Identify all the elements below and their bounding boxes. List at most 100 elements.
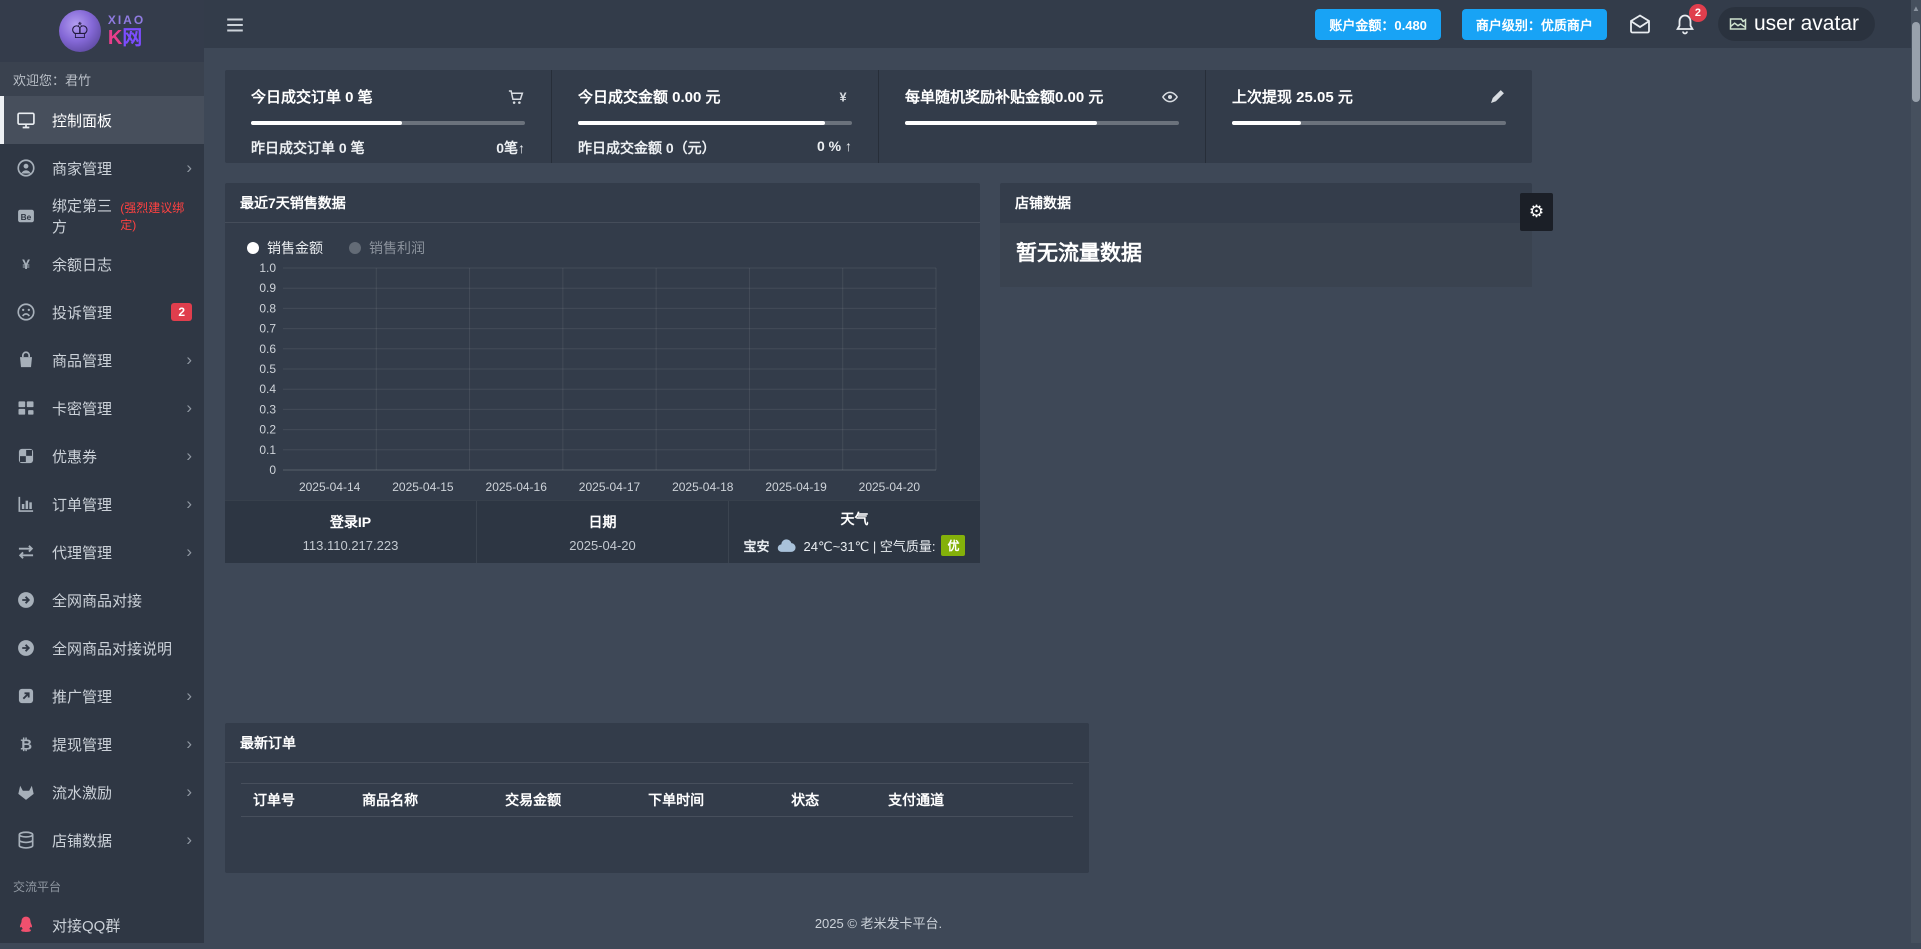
legend-dot-icon [349,242,361,254]
no-traffic-data-text: 暂无流量数据 [1016,237,1516,267]
sidebar-item-label: 商家管理 [52,158,112,179]
logo-king-avatar: ♔ [59,10,101,52]
settings-gear-button[interactable]: ⚙ [1520,193,1553,231]
shop-panel-body: 暂无流量数据 [1000,223,1532,287]
sidebar-item-product-management[interactable]: 商品管理› [0,336,204,384]
sidebar-item-coupons[interactable]: 优惠券 › [0,432,204,480]
stat-title: 今日成交金额 0.00 元 [578,86,721,107]
orders-table-header: 订单号商品名称交易金额下单时间状态支付通道 [241,783,1073,817]
gitlab-icon [16,782,36,802]
aqi-badge: 优 [941,535,965,556]
sidebar-item-card-secret-management[interactable]: 卡密管理› [0,384,204,432]
brand-net: 网 [122,27,142,49]
checker-icon [16,446,36,466]
scroll-up-arrow-icon[interactable]: ▲ [1911,0,1921,13]
sidebar-item-shop-data[interactable]: 店铺数据 › [0,816,204,864]
arrow-circle-icon [16,590,36,610]
weather-label: 天气 [841,509,869,529]
chevron-right-icon: › [186,158,192,178]
sidebar-item-label: 商品管理 [52,350,112,371]
stat-card-reward-subsidy: 每单随机奖励补贴金额0.00 元 [878,70,1205,163]
sidebar-item-all-network-product-link[interactable]: 全网商品对接 [0,576,204,624]
chevron-right-icon: › [186,446,192,466]
cart-icon [507,88,525,106]
eye-icon [1161,88,1179,106]
legend-item[interactable]: 销售利润 [349,238,425,258]
date-value: 2025-04-20 [569,538,636,553]
svg-text:Be: Be [21,212,32,222]
shop-panel-title: 店铺数据 [1000,183,1532,223]
sidebar-item-withdrawal-management[interactable]: ₿提现管理› [0,720,204,768]
latest-orders-card: 最新订单 订单号商品名称交易金额下单时间状态支付通道 [225,723,1089,873]
sidebar-item-all-network-product-link-guide[interactable]: 全网商品对接说明 [0,624,204,672]
account-balance-button[interactable]: 账户金额：0.480 [1315,9,1441,40]
legend-label: 销售利润 [369,238,425,258]
svg-text:2025-04-15: 2025-04-15 [392,480,454,494]
svg-text:2025-04-20: 2025-04-20 [859,480,921,494]
sidebar-item-merchant-management[interactable]: 商家管理 › [0,144,204,192]
sidebar-item-qq-group[interactable]: 对接QQ群 [0,901,204,949]
sidebar-item-order-management[interactable]: 订单管理› [0,480,204,528]
hamburger-menu-icon[interactable] [224,14,246,34]
svg-text:0.8: 0.8 [259,301,276,315]
sidebar-item-bind-third-party[interactable]: Be绑定第三方(强烈建议绑定) [0,192,204,240]
sidebar-item-flow-incentive[interactable]: 流水激励› [0,768,204,816]
main-content: 账户金额：0.480 商户级别：优质商户 2 user avatar 今日成交订… [204,0,1921,943]
sales-chart-card: 最近7天销售数据 销售金额销售利润 00.10.20.30.40.50.60.7… [225,183,980,563]
sidebar-item-agent-management[interactable]: 代理管理› [0,528,204,576]
svg-text:0.6: 0.6 [259,342,276,356]
scrollbar-thumb[interactable] [1912,22,1920,102]
sidebar-item-label: 提现管理 [52,734,112,755]
orders-column-header: 交易金额 [505,790,648,810]
login-ip-label: 登录IP [330,512,371,532]
chevron-right-icon: › [186,830,192,850]
brand-text: XIAO K网 [108,14,145,48]
sidebar-item-complaint-management[interactable]: 投诉管理 2 [0,288,204,336]
bell-icon[interactable]: 2 [1673,12,1697,36]
mail-icon[interactable] [1628,12,1652,36]
sidebar-item-promotion-management[interactable]: 推广管理› [0,672,204,720]
sidebar-item-dashboard[interactable]: 控制面板 [0,96,204,144]
shop-data-panel: 店铺数据 暂无流量数据 [1000,183,1532,287]
weather-city: 宝安 [744,536,770,555]
bar-chart-icon [16,494,36,514]
svg-text:1.0: 1.0 [259,261,276,275]
logo[interactable]: ♔ XIAO K网 [0,0,204,62]
sidebar-item-note: (强烈建议绑定) [120,199,192,233]
svg-text:0.2: 0.2 [259,423,276,437]
sidebar-item-balance-log[interactable]: ¥余额日志 [0,240,204,288]
yen-icon: ¥ [16,254,36,274]
bag-icon [16,350,36,370]
svg-text:2025-04-18: 2025-04-18 [672,480,734,494]
sidebar-item-label: 店铺数据 [52,830,112,851]
chart-card-title: 最近7天销售数据 [225,183,980,223]
merchant-level-button[interactable]: 商户级别：优质商户 [1462,9,1607,40]
chevron-right-icon: › [186,782,192,802]
brand-k: K [108,27,122,49]
footer-copyright: 2025 © 老米发卡平台. [225,913,1532,932]
monitor-icon [16,110,36,130]
stat-card-today-amount: 今日成交金额 0.00 元 ¥ 昨日成交金额 0（元） 0 % ↑ [551,70,878,163]
arrow-circle-icon [16,638,36,658]
sidebar-item-label: 投诉管理 [52,302,112,323]
sidebar-item-label: 优惠券 [52,446,97,467]
svg-text:0.4: 0.4 [259,382,276,396]
stat-title: 今日成交订单 0 笔 [251,86,373,107]
sidebar-badge: 2 [171,303,192,321]
weather-text: 24℃~31℃ | 空气质量: [804,536,936,555]
svg-text:¥: ¥ [22,257,30,273]
be-icon: Be [16,206,36,226]
user-icon [16,158,36,178]
user-avatar[interactable]: user avatar [1718,7,1875,41]
stat-card-last-withdrawal: 上次提现 25.05 元 [1205,70,1532,163]
svg-text:2025-04-16: 2025-04-16 [486,480,548,494]
page-scrollbar[interactable]: ▲ [1911,0,1921,943]
orders-column-header: 下单时间 [648,790,791,810]
avatar-alt-text: user avatar [1754,12,1859,36]
chevron-right-icon: › [186,494,192,514]
sidebar: ♔ XIAO K网 欢迎您：君竹 控制面板商家管理›Be绑定第三方(强烈建议绑定… [0,0,204,943]
sidebar-menu: 控制面板商家管理›Be绑定第三方(强烈建议绑定)¥余额日志投诉管理2商品管理›卡… [0,96,204,864]
stat-sub-right: 0 % ↑ [817,138,852,158]
legend-item[interactable]: 销售金额 [247,238,323,258]
sidebar-menu-platform: 对接QQ群 [0,901,204,949]
